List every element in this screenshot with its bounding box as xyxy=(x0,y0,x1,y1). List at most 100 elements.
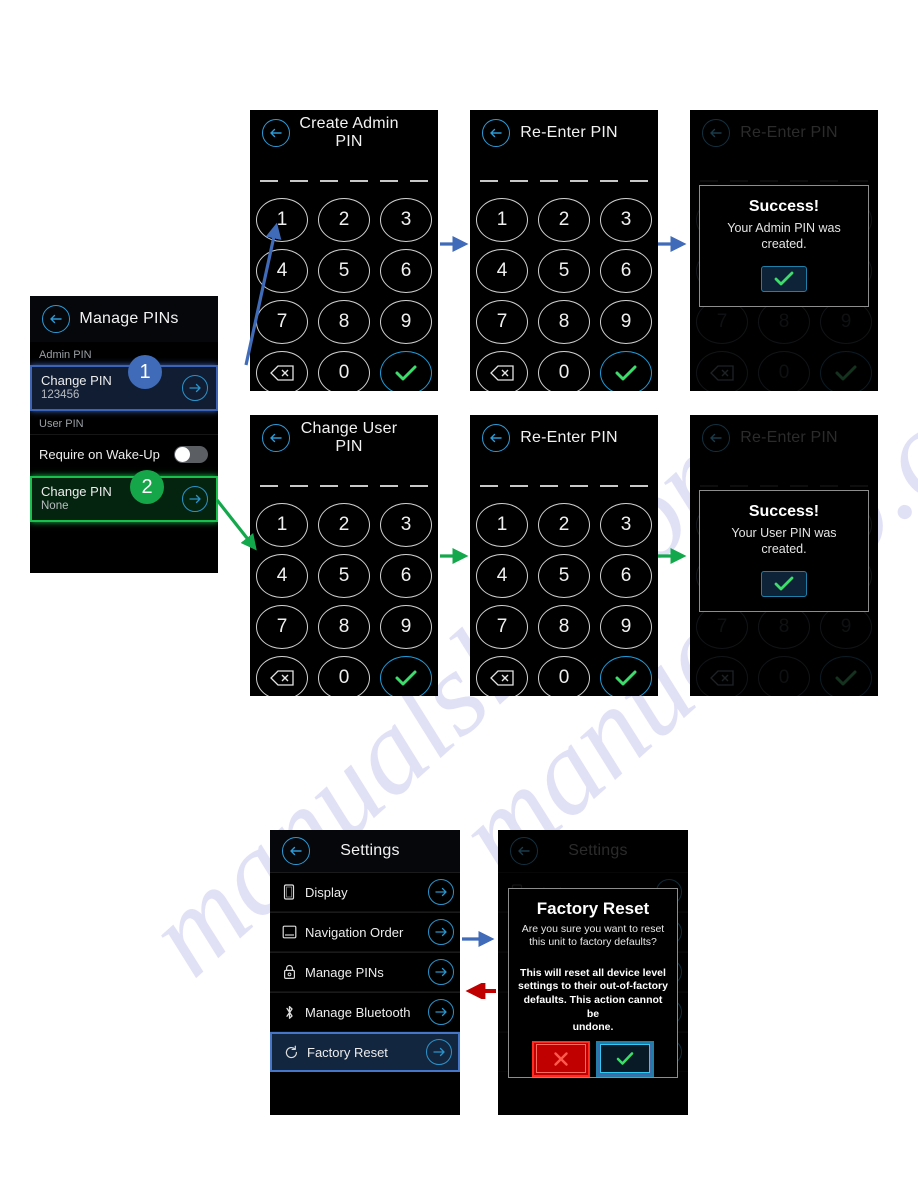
settings-item-factory-reset[interactable]: Factory Reset xyxy=(270,1032,460,1072)
section-label-user-pin: User PIN xyxy=(39,418,84,430)
pin-dash xyxy=(380,485,398,487)
settings-item-manage-pins[interactable]: Manage PINs xyxy=(270,952,460,992)
key-4[interactable]: 4 xyxy=(476,249,528,293)
require-on-wakeup-toggle[interactable] xyxy=(174,446,208,463)
key-9[interactable]: 9 xyxy=(600,300,652,344)
flow-arrow-user-diagonal xyxy=(215,499,257,551)
pin-dash xyxy=(820,180,838,182)
key-4[interactable]: 4 xyxy=(476,554,528,598)
key-7[interactable]: 7 xyxy=(476,300,528,344)
pin-dash xyxy=(540,180,558,182)
chevron-right-icon[interactable] xyxy=(182,375,208,401)
back-arrow-icon[interactable] xyxy=(262,424,290,452)
numeric-keypad[interactable]: 1 2 3 4 5 6 7 8 9 0 xyxy=(470,503,658,696)
key-9[interactable]: 9 xyxy=(600,605,652,649)
key-0[interactable]: 0 xyxy=(318,656,370,696)
back-arrow-icon[interactable] xyxy=(482,424,510,452)
key-0: 0 xyxy=(758,351,810,391)
dialog-cancel-button[interactable] xyxy=(532,1040,590,1077)
confirm-check-icon[interactable] xyxy=(380,656,432,696)
key-2[interactable]: 2 xyxy=(318,198,370,242)
key-9[interactable]: 9 xyxy=(380,300,432,344)
pin-dash xyxy=(380,180,398,182)
confirm-check-icon[interactable] xyxy=(600,351,652,391)
row-user-change-pin[interactable]: Change PIN None xyxy=(30,476,218,522)
flow-arrow-admin-diagonal xyxy=(244,222,282,366)
row-require-on-wakeup[interactable]: Require on Wake-Up xyxy=(30,434,218,474)
dialog-line-1: Your User PIN was xyxy=(731,526,837,540)
dialog-confirm-button[interactable] xyxy=(761,571,807,598)
dialog-question-line-1: Are you sure you want to reset xyxy=(521,923,665,935)
dialog-confirm-button[interactable] xyxy=(761,266,807,293)
key-6[interactable]: 6 xyxy=(380,249,432,293)
numeric-keypad[interactable]: 1 2 3 4 5 6 7 8 9 0 xyxy=(470,198,658,391)
chevron-right-icon[interactable] xyxy=(426,1039,452,1065)
key-1[interactable]: 1 xyxy=(476,198,528,242)
key-0[interactable]: 0 xyxy=(538,656,590,696)
back-arrow-icon[interactable] xyxy=(262,119,290,147)
toggle-knob xyxy=(175,447,190,462)
admin-change-pin-value: 123456 xyxy=(41,388,80,401)
row-admin-change-pin[interactable]: Change PIN 123456 xyxy=(30,365,218,411)
pin-dash xyxy=(600,180,618,182)
back-arrow-icon[interactable] xyxy=(482,119,510,147)
dialog-confirm-button[interactable] xyxy=(596,1040,654,1077)
key-8[interactable]: 8 xyxy=(318,300,370,344)
key-9[interactable]: 9 xyxy=(380,605,432,649)
numeric-keypad[interactable]: 1 2 3 4 5 6 7 8 9 0 xyxy=(250,503,438,696)
key-5[interactable]: 5 xyxy=(538,554,590,598)
back-arrow-icon[interactable] xyxy=(282,837,310,865)
backspace-icon[interactable] xyxy=(476,351,528,391)
require-on-wakeup-label: Require on Wake-Up xyxy=(39,447,160,462)
key-3[interactable]: 3 xyxy=(380,198,432,242)
back-arrow-icon[interactable] xyxy=(42,305,70,333)
key-0[interactable]: 0 xyxy=(538,351,590,391)
confirm-check-icon[interactable] xyxy=(380,351,432,391)
key-8[interactable]: 8 xyxy=(538,605,590,649)
key-1[interactable]: 1 xyxy=(476,503,528,547)
key-6[interactable]: 6 xyxy=(600,249,652,293)
settings-item-display[interactable]: Display xyxy=(270,872,460,912)
chevron-right-icon[interactable] xyxy=(428,999,454,1025)
settings-item-navigation-order[interactable]: Navigation Order xyxy=(270,912,460,952)
key-2[interactable]: 2 xyxy=(538,198,590,242)
pin-dash xyxy=(850,485,868,487)
key-6[interactable]: 6 xyxy=(600,554,652,598)
page-title-dim: Re-Enter PIN xyxy=(740,124,838,141)
settings-item-manage-bluetooth[interactable]: Manage Bluetooth xyxy=(270,992,460,1032)
user-change-pin-value: None xyxy=(41,499,69,512)
key-8[interactable]: 8 xyxy=(538,300,590,344)
key-5[interactable]: 5 xyxy=(538,249,590,293)
key-5[interactable]: 5 xyxy=(318,249,370,293)
chevron-right-icon[interactable] xyxy=(428,919,454,945)
backspace-icon[interactable] xyxy=(476,656,528,696)
pin-dash xyxy=(260,180,278,182)
key-3[interactable]: 3 xyxy=(600,503,652,547)
key-6[interactable]: 6 xyxy=(380,554,432,598)
page-title: Re-Enter PIN xyxy=(520,429,618,446)
chevron-right-icon[interactable] xyxy=(182,486,208,512)
confirm-check-icon[interactable] xyxy=(600,656,652,696)
key-2[interactable]: 2 xyxy=(538,503,590,547)
pin-dash xyxy=(730,180,748,182)
pin-dash xyxy=(700,180,718,182)
key-3[interactable]: 3 xyxy=(600,198,652,242)
screen-reenter-pin-admin: Re-Enter PIN 1 2 3 4 5 6 7 8 9 0 xyxy=(470,110,658,391)
backspace-icon[interactable] xyxy=(256,656,308,696)
chevron-right-icon[interactable] xyxy=(428,959,454,985)
pin-dashes xyxy=(250,180,438,182)
key-5[interactable]: 5 xyxy=(318,554,370,598)
key-7[interactable]: 7 xyxy=(476,605,528,649)
key-3[interactable]: 3 xyxy=(380,503,432,547)
key-0[interactable]: 0 xyxy=(318,351,370,391)
settings-item-label: Display xyxy=(305,884,348,900)
screen-settings: Settings Display Navigation Order Manage… xyxy=(270,830,460,1115)
dialog-body-line-4: undone. xyxy=(572,1021,614,1034)
dialog-button-row xyxy=(517,1040,669,1077)
key-8[interactable]: 8 xyxy=(318,605,370,649)
key-7[interactable]: 7 xyxy=(256,605,308,649)
key-2[interactable]: 2 xyxy=(318,503,370,547)
pin-dash xyxy=(700,485,718,487)
chevron-right-icon[interactable] xyxy=(428,879,454,905)
page-title: Manage PINs xyxy=(79,310,179,327)
